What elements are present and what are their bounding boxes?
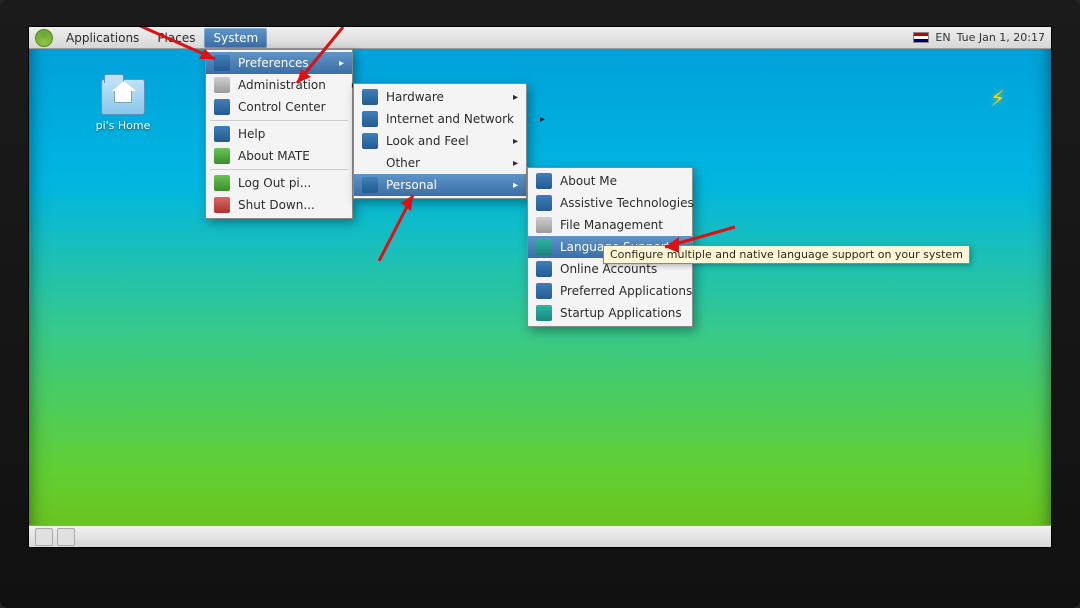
menu-places[interactable]: Places (148, 28, 204, 48)
startup-icon (536, 305, 552, 321)
admin-icon (214, 77, 230, 93)
menu-item-look-feel[interactable]: Look and Feel (354, 130, 526, 152)
menu-item-control-center[interactable]: Control Center (206, 96, 352, 118)
keyboard-layout-label[interactable]: EN (935, 31, 950, 44)
keyboard-layout-icon[interactable] (913, 32, 929, 43)
other-icon (362, 155, 378, 171)
menu-item-internet-network[interactable]: Internet and Network (354, 108, 526, 130)
menu-item-help[interactable]: Help (206, 123, 352, 145)
menu-item-logout[interactable]: Log Out pi... (206, 172, 352, 194)
bottom-panel (29, 525, 1051, 547)
system-tray: EN Tue Jan 1, 20:17 (913, 31, 1051, 44)
menu-item-assistive[interactable]: Assistive Technologies (528, 192, 692, 214)
prefapp-icon (536, 283, 552, 299)
menu-item-other[interactable]: Other (354, 152, 526, 174)
window-list-button[interactable] (57, 528, 75, 546)
show-desktop-button[interactable] (35, 528, 53, 546)
clock[interactable]: Tue Jan 1, 20:17 (957, 31, 1045, 44)
menu-item-startup-apps[interactable]: Startup Applications (528, 302, 692, 324)
desktop-home-icon[interactable]: pi's Home (87, 79, 159, 132)
shutdown-icon (214, 197, 230, 213)
menu-system[interactable]: System (204, 28, 267, 48)
lookfeel-icon (362, 133, 378, 149)
personal-icon (362, 177, 378, 193)
annotation-arrow (357, 189, 437, 269)
menu-item-administration[interactable]: Administration (206, 74, 352, 96)
menu-item-shutdown[interactable]: Shut Down... (206, 194, 352, 216)
system-dropdown: Preferences Administration Control Cente… (205, 49, 353, 219)
tooltip-language-support: Configure multiple and native language s… (603, 245, 970, 264)
folder-icon (101, 79, 145, 115)
menu-item-file-management[interactable]: File Management (528, 214, 692, 236)
assistive-icon (536, 195, 552, 211)
preferences-submenu: Hardware Internet and Network Look and F… (353, 83, 527, 199)
menu-item-personal[interactable]: Personal (354, 174, 526, 196)
desktop[interactable]: Applications Places System EN Tue Jan 1,… (28, 26, 1052, 548)
control-icon (214, 99, 230, 115)
help-icon (214, 126, 230, 142)
desktop-home-label: pi's Home (96, 119, 151, 132)
menu-item-preferences[interactable]: Preferences (206, 52, 352, 74)
about-icon (214, 148, 230, 164)
menu-item-preferred-apps[interactable]: Preferred Applications (528, 280, 692, 302)
menu-item-hardware[interactable]: Hardware (354, 86, 526, 108)
online-icon (536, 261, 552, 277)
logout-icon (214, 175, 230, 191)
fileman-icon (536, 217, 552, 233)
aboutme-icon (536, 173, 552, 189)
menu-item-about-me[interactable]: About Me (528, 170, 692, 192)
menu-applications[interactable]: Applications (57, 28, 148, 48)
network-icon (362, 111, 378, 127)
language-icon (536, 239, 552, 255)
mate-logo-icon[interactable] (35, 29, 53, 47)
charging-icon: ⚡ (990, 86, 1005, 112)
preferences-icon (214, 55, 230, 71)
hardware-icon (362, 89, 378, 105)
menu-item-about-mate[interactable]: About MATE (206, 145, 352, 167)
top-panel: Applications Places System EN Tue Jan 1,… (29, 27, 1051, 49)
